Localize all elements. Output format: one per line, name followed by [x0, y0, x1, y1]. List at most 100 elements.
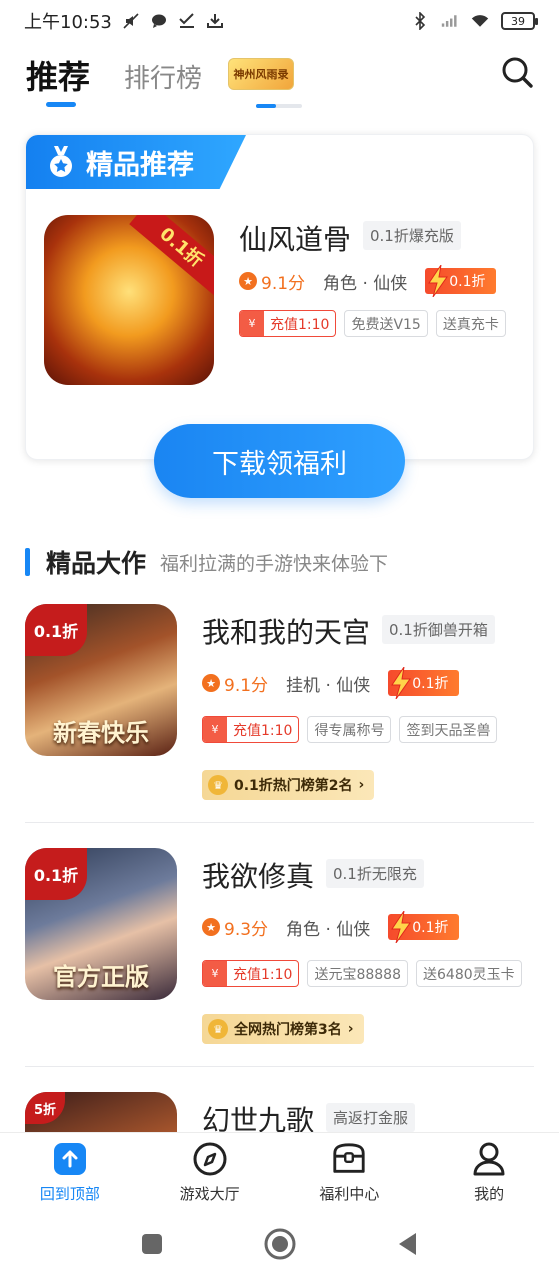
featured-tags: ¥ 充值1:10 免费送V15 送真充卡 — [239, 310, 515, 337]
tag: 送真充卡 — [435, 310, 506, 337]
rank-badge[interactable]: ♛ 全网热门榜第3名 › — [202, 1014, 364, 1044]
discount-label: 0.1折 — [412, 920, 449, 936]
discount-corner: 0.1折 — [25, 604, 87, 656]
tag: 免费送V15 — [344, 310, 428, 337]
featured-genre: 角色 · 仙侠 — [323, 273, 408, 294]
tab-scroll-indicator — [256, 104, 302, 108]
download-icon — [206, 12, 224, 30]
featured-game-name: 仙风道骨 — [239, 223, 352, 256]
cover-text: 官方正版 — [53, 963, 149, 991]
tab-recommend[interactable]: 推荐 — [26, 52, 90, 107]
rank-label: 全网热门榜第3名 — [234, 1022, 342, 1038]
discount-badge: 0.1折 — [388, 911, 459, 943]
featured-discount-label: 0.1折 — [449, 274, 486, 290]
game-tags: ¥ 充值1:10 得专属称号 签到天品圣兽 — [202, 716, 534, 743]
featured-version-tag: 0.1折爆充版 — [363, 221, 461, 250]
game-version-tag: 0.1折御兽开箱 — [382, 615, 495, 644]
bluetooth-icon — [411, 12, 429, 30]
back-button[interactable] — [396, 1231, 420, 1261]
game-logo-text: 神州风雨录 — [233, 68, 289, 81]
yen-icon: ¥ — [203, 961, 227, 986]
game-rating: ★ 9.1分 — [202, 671, 268, 696]
battery-indicator: 39 — [501, 12, 538, 30]
signal-icon — [441, 12, 459, 30]
check-icon — [178, 12, 196, 30]
game-icon[interactable]: 5折 — [25, 1092, 177, 1132]
nav-label: 回到顶部 — [39, 1185, 100, 1203]
chevron-right-icon: › — [347, 1021, 354, 1037]
treasure-chest-icon — [331, 1141, 367, 1177]
tag-label: 充值1:10 — [233, 966, 293, 983]
compass-icon — [192, 1141, 228, 1177]
divider — [25, 822, 534, 823]
divider — [25, 1066, 534, 1067]
star-icon: ★ — [202, 674, 220, 692]
nav-label: 福利中心 — [319, 1185, 380, 1203]
featured-rating: ★ 9.1分 — [239, 269, 305, 294]
yen-icon: ¥ — [240, 311, 264, 336]
featured-banner: 精品推荐 — [26, 135, 246, 189]
medal-icon — [46, 146, 76, 178]
user-icon — [471, 1141, 507, 1177]
game-meta: ★ 9.1分 挂机 · 仙侠 0.1折 — [202, 667, 459, 699]
tag-label: 充值1:10 — [270, 316, 330, 333]
game-name: 我欲修真 — [202, 860, 315, 893]
game-version-tag: 高返打金服 — [326, 1103, 416, 1132]
status-time: 上午10:53 — [24, 12, 112, 33]
nav-label: 我的 — [474, 1185, 505, 1203]
featured-rating-value: 9.1分 — [261, 273, 306, 294]
search-button[interactable] — [499, 54, 535, 90]
tag-label: 充值1:10 — [233, 722, 293, 739]
tag-recharge: ¥ 充值1:10 — [202, 960, 300, 987]
section-header: 精品大作 福利拉满的手游快来体验下 — [25, 544, 388, 580]
featured-game-icon[interactable]: 0.1折 — [44, 215, 214, 385]
game-list-item[interactable]: 5折 幻世九歌 高返打金服 — [25, 1092, 534, 1132]
arrow-up-icon — [52, 1141, 88, 1177]
game-icon[interactable]: 0.1折 官方正版 — [25, 848, 177, 1000]
recents-button[interactable] — [140, 1232, 164, 1260]
tag: 签到天品圣兽 — [399, 716, 498, 743]
game-genre: 挂机 · 仙侠 — [286, 675, 371, 696]
game-icon[interactable]: 0.1折 新春快乐 — [25, 604, 177, 756]
bottom-nav: 回到顶部 游戏大厅 福利中心 我的 — [0, 1132, 559, 1212]
tag-recharge: ¥ 充值1:10 — [239, 310, 337, 337]
game-rating-value: 9.1分 — [224, 675, 269, 696]
star-icon: ★ — [239, 272, 257, 290]
lightning-icon — [428, 265, 449, 297]
download-benefits-button[interactable]: 下载领福利 — [154, 424, 405, 498]
lightning-icon — [391, 667, 412, 699]
nav-game-hall[interactable]: 游戏大厅 — [140, 1133, 280, 1212]
section-title: 精品大作 — [46, 549, 147, 578]
tag: 送6480灵玉卡 — [416, 960, 522, 987]
tag-recharge: ¥ 充值1:10 — [202, 716, 300, 743]
rank-label: 0.1折热门榜第2名 — [234, 778, 353, 794]
chevron-right-icon: › — [358, 777, 365, 793]
status-bar: 上午10:53 39 — [0, 0, 559, 42]
featured-icon-ribbon: 0.1折 — [129, 215, 214, 295]
nav-label: 游戏大厅 — [179, 1185, 240, 1203]
game-list-item[interactable]: 0.1折 官方正版 我欲修真 0.1折无限充 ★ 9.3分 角色 · 仙侠 0.1… — [25, 848, 534, 1092]
crown-icon: ♛ — [208, 775, 228, 795]
rank-badge[interactable]: ♛ 0.1折热门榜第2名 › — [202, 770, 375, 800]
top-tab-bar: 推荐 排行榜 神州风雨录 — [0, 42, 559, 114]
home-button[interactable] — [264, 1228, 296, 1264]
tab-rank[interactable]: 排行榜 — [124, 58, 202, 95]
game-name: 幻世九歌 — [202, 1104, 315, 1132]
game-rating: ★ 9.3分 — [202, 915, 268, 940]
nav-back-to-top[interactable]: 回到顶部 — [0, 1133, 140, 1212]
tab-game-logo[interactable]: 神州风雨录 — [228, 58, 294, 90]
game-name: 我和我的天宫 — [202, 616, 371, 649]
section-subtitle: 福利拉满的手游快来体验下 — [160, 552, 389, 575]
search-icon — [502, 57, 533, 88]
discount-corner: 5折 — [25, 1092, 65, 1124]
featured-meta: ★ 9.1分 角色 · 仙侠 0.1折 — [239, 265, 496, 297]
featured-card[interactable]: 精品推荐 0.1折 — [25, 134, 534, 460]
yen-icon: ¥ — [203, 717, 227, 742]
chat-bubble-icon — [150, 12, 168, 30]
game-list-item[interactable]: 0.1折 新春快乐 我和我的天宫 0.1折御兽开箱 ★ 9.1分 挂机 · 仙侠 … — [25, 604, 534, 848]
lightning-icon — [391, 911, 412, 943]
nav-welfare-center[interactable]: 福利中心 — [280, 1133, 420, 1212]
star-icon: ★ — [202, 918, 220, 936]
nav-mine[interactable]: 我的 — [419, 1133, 559, 1212]
game-rating-value: 9.3分 — [224, 919, 269, 940]
